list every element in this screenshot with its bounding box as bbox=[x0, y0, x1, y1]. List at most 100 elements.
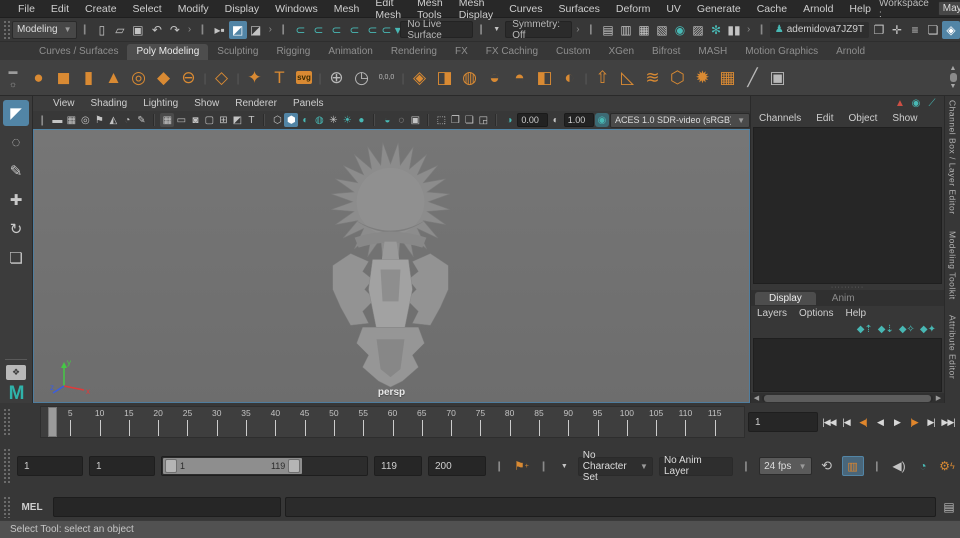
timeline-ruler[interactable]: 5101520253035404550556065707580859095100… bbox=[40, 406, 745, 438]
poly-cylinder-icon[interactable]: ▮ bbox=[76, 64, 101, 92]
resolution-gate-icon[interactable]: ◙ bbox=[188, 113, 202, 127]
menu-item[interactable]: Modify bbox=[170, 2, 217, 16]
super-shape-icon[interactable]: ✦ bbox=[242, 64, 267, 92]
menu-item[interactable]: Cache bbox=[749, 2, 795, 16]
rotate-tool[interactable]: ↻ bbox=[3, 216, 29, 242]
ambient-occlusion-icon[interactable]: ☀ bbox=[340, 113, 354, 127]
scroll-thumb[interactable] bbox=[950, 73, 957, 82]
channel-box-menu-item[interactable]: Channels bbox=[759, 113, 810, 124]
shelf-minus-icon[interactable]: ▬ bbox=[9, 66, 18, 76]
multi-cut-icon[interactable]: ╱ bbox=[740, 64, 765, 92]
viewport-menu-item[interactable]: View bbox=[45, 98, 83, 109]
range-start-handle[interactable] bbox=[165, 459, 177, 473]
poly-plane-icon[interactable]: ◆ bbox=[151, 64, 176, 92]
colorspace-dropdown[interactable]: ACES 1.0 SDR-video (sRGB) ▼ bbox=[610, 113, 750, 128]
shelf-tab[interactable]: Curves / Surfaces bbox=[30, 44, 127, 60]
speed-ramp-icon[interactable]: ◉ bbox=[910, 97, 922, 109]
layer-menu-item[interactable]: Options bbox=[799, 308, 841, 319]
move-tool[interactable]: ✚ bbox=[3, 187, 29, 213]
channel-stats-icon[interactable]: ▲ bbox=[894, 97, 906, 109]
step-forward-frame-button[interactable]: |▶ bbox=[906, 412, 922, 432]
layer-editor-tab[interactable]: Display bbox=[755, 292, 816, 305]
menu-item[interactable]: UV bbox=[658, 2, 689, 16]
safe-action-icon[interactable]: ◩ bbox=[230, 113, 244, 127]
group-separator[interactable]: › bbox=[573, 24, 582, 35]
step-back-frame-button[interactable]: ◀| bbox=[855, 412, 871, 432]
menu-item[interactable]: Curves bbox=[501, 2, 550, 16]
select-tool[interactable]: ◤ bbox=[3, 100, 29, 126]
render-setup-icon[interactable]: ✻ bbox=[707, 21, 725, 39]
image-plane-icon[interactable]: ◭ bbox=[106, 113, 120, 127]
mirror-icon[interactable]: ◐ bbox=[557, 64, 582, 92]
script-editor-icon[interactable]: ▤ bbox=[940, 498, 958, 516]
menu-item[interactable]: Edit Mesh bbox=[367, 0, 409, 22]
textured-icon[interactable]: ◐ bbox=[298, 113, 312, 127]
shelf-tab[interactable]: FX bbox=[446, 44, 477, 60]
scroll-left-icon[interactable]: ◀ bbox=[752, 394, 761, 402]
gate-mask-icon[interactable]: ▢ bbox=[202, 113, 216, 127]
wheel-icon[interactable]: ✹ bbox=[690, 64, 715, 92]
redo-icon[interactable]: ↷ bbox=[166, 21, 184, 39]
hypershade-icon[interactable]: ◉ bbox=[671, 21, 689, 39]
snap-to-projected-center-icon[interactable]: ⊂ bbox=[345, 21, 363, 39]
paste-buffer-icon[interactable]: ❏ bbox=[462, 113, 476, 127]
statue-model[interactable] bbox=[34, 130, 749, 402]
center-pivot-icon[interactable]: 0,0,0 bbox=[374, 64, 399, 92]
scroll-down-icon[interactable]: ▼ bbox=[950, 83, 957, 90]
bridge-icon[interactable]: ≋ bbox=[640, 64, 665, 92]
isolate-select-icon[interactable]: ◌ bbox=[394, 113, 408, 127]
render-settings-icon[interactable]: ▧ bbox=[653, 21, 671, 39]
shelf-gear-icon[interactable]: ☼ bbox=[9, 79, 17, 89]
anim-layer-dropdown[interactable]: No Anim Layer bbox=[659, 457, 733, 476]
layer-menu-item[interactable]: Layers bbox=[757, 308, 795, 319]
group-separator[interactable]: ❙ bbox=[870, 461, 884, 472]
target-weld-icon[interactable]: ▣ bbox=[765, 64, 790, 92]
modeling-toolkit-icon[interactable]: ◈ bbox=[942, 21, 960, 39]
gamma-icon[interactable]: ◐ bbox=[549, 113, 563, 127]
chevron-down-icon[interactable]: ▼ bbox=[489, 22, 504, 37]
exposure-icon[interactable]: ◑ bbox=[502, 113, 516, 127]
smooth-icon[interactable]: ⬡ bbox=[665, 64, 690, 92]
viewport-menu-item[interactable]: Shading bbox=[83, 98, 136, 109]
sidebar-vertical-tab[interactable]: Attribute Editor bbox=[948, 315, 958, 379]
play-backwards-button[interactable]: ◀ bbox=[872, 412, 888, 432]
select-hierarchy-icon[interactable]: ▸▪ bbox=[211, 21, 229, 39]
step-back-key-button[interactable]: |◀ bbox=[838, 412, 854, 432]
paint-select-tool[interactable]: ✎ bbox=[3, 158, 29, 184]
snap-to-grid-icon[interactable]: ⊂ bbox=[291, 21, 309, 39]
bookmark-icon[interactable]: ⚑ bbox=[92, 113, 106, 127]
pause-viewport-icon[interactable]: ▮▮ bbox=[725, 21, 743, 39]
group-separator[interactable]: ❙ bbox=[195, 24, 209, 35]
layer-from-selected-icon[interactable]: ◆✦ bbox=[920, 322, 936, 337]
go-to-start-button[interactable]: |◀◀ bbox=[821, 412, 837, 432]
viewcube-icon[interactable]: ▬ bbox=[50, 113, 64, 127]
drag-handle[interactable] bbox=[3, 448, 10, 484]
sidebar-vertical-tab[interactable]: Channel Box / Layer Editor bbox=[948, 100, 958, 215]
display-options-icon[interactable]: ≡ bbox=[906, 21, 924, 39]
chevron-down-icon[interactable]: ▼ bbox=[557, 459, 572, 474]
poly-cube-icon[interactable]: ◼ bbox=[51, 64, 76, 92]
xray-icon[interactable]: ◒ bbox=[380, 113, 394, 127]
drag-handle[interactable] bbox=[3, 408, 10, 436]
channel-box-menu-item[interactable]: Show bbox=[892, 113, 926, 124]
character-controls-icon[interactable]: ✛ bbox=[888, 21, 906, 39]
shelf-tab[interactable]: Custom bbox=[547, 44, 599, 60]
live-surface-field[interactable]: No Live Surface bbox=[400, 21, 472, 38]
combine-icon[interactable]: ◈ bbox=[407, 64, 432, 92]
isolate-icon[interactable]: ⬚ bbox=[434, 113, 448, 127]
lock-camera-icon[interactable]: ▣ bbox=[408, 113, 422, 127]
render-current-frame-icon[interactable]: ▥ bbox=[617, 21, 635, 39]
bookmark-add-icon[interactable]: ⚑+ bbox=[512, 457, 530, 475]
shelf-tab[interactable]: Poly Modeling bbox=[127, 44, 208, 60]
mirror-cut-icon[interactable]: ◧ bbox=[532, 64, 557, 92]
layer-menu-item[interactable]: Help bbox=[845, 308, 874, 319]
move-layer-up-icon[interactable]: ◆⇡ bbox=[857, 322, 873, 337]
animation-end-field[interactable]: 200 bbox=[428, 456, 486, 476]
poly-text-icon[interactable]: T bbox=[267, 64, 292, 92]
field-chart-icon[interactable]: ⊞ bbox=[216, 113, 230, 127]
playback-options-button[interactable]: ▥ bbox=[842, 456, 864, 476]
viewport-menu-item[interactable]: Renderer bbox=[227, 98, 285, 109]
snap-to-curve-icon[interactable]: ⊂ bbox=[309, 21, 327, 39]
empty-layer-icon[interactable]: ◆✧ bbox=[899, 322, 915, 337]
group-separator[interactable]: ❙ bbox=[536, 461, 550, 472]
